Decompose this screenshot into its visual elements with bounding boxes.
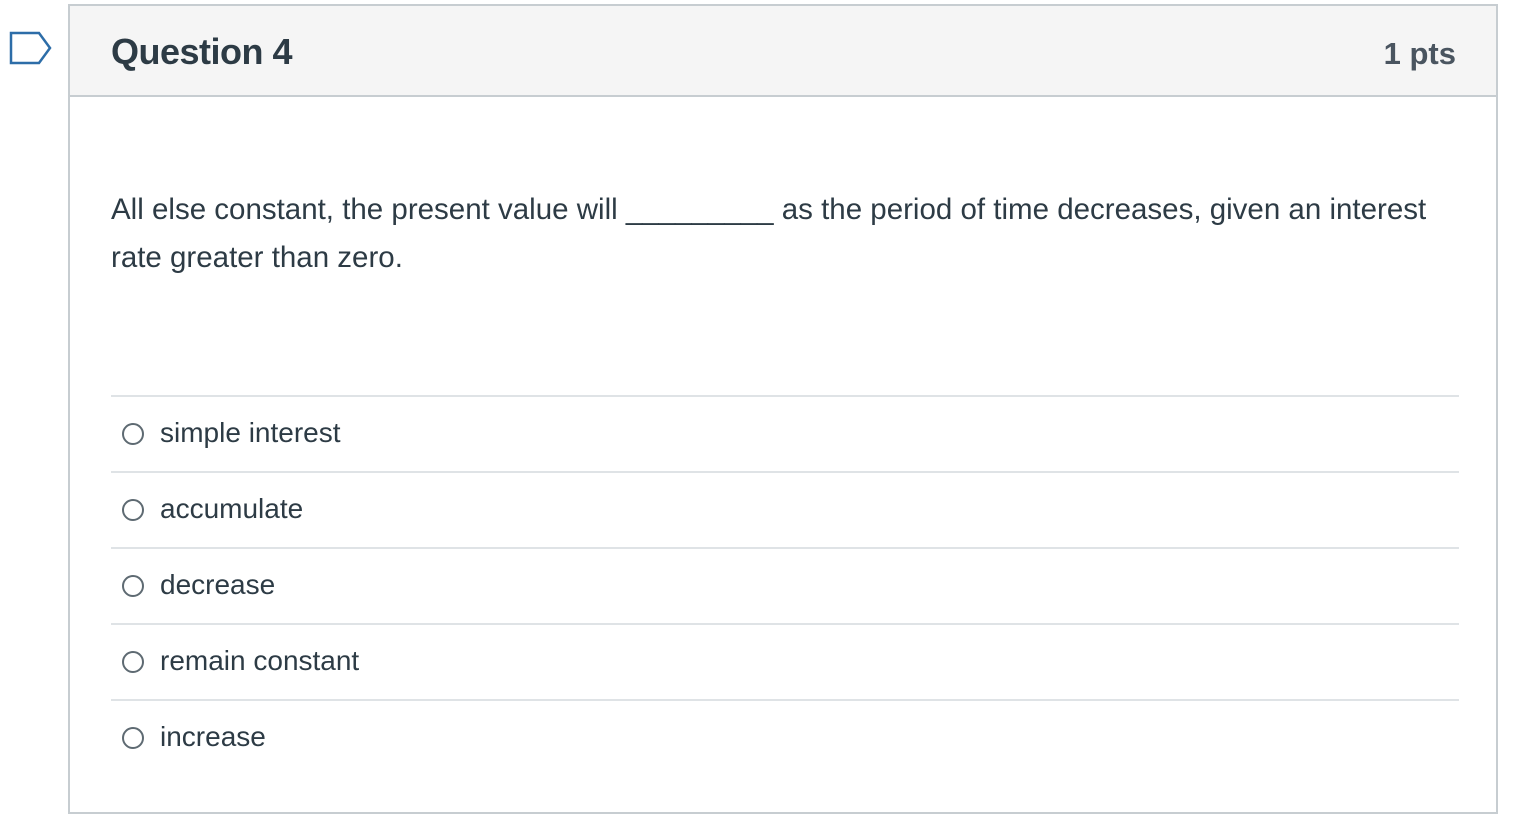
answer-label[interactable]: decrease bbox=[160, 569, 275, 601]
question-points: 1 pts bbox=[1383, 36, 1456, 71]
answer-option[interactable]: decrease bbox=[111, 547, 1459, 623]
question-card: Question 4 1 pts All else constant, the … bbox=[68, 4, 1498, 814]
answer-option[interactable]: increase bbox=[111, 699, 1459, 775]
radio-button[interactable] bbox=[122, 423, 144, 445]
answer-label[interactable]: increase bbox=[160, 721, 266, 753]
radio-button[interactable] bbox=[122, 499, 144, 521]
answer-list: simple interest accumulate decrease rema… bbox=[111, 395, 1459, 775]
radio-button[interactable] bbox=[122, 727, 144, 749]
radio-button[interactable] bbox=[122, 651, 144, 673]
answer-label[interactable]: simple interest bbox=[160, 417, 341, 449]
answer-label[interactable]: accumulate bbox=[160, 493, 303, 525]
radio-button[interactable] bbox=[122, 575, 144, 597]
flag-question-icon[interactable] bbox=[9, 31, 53, 65]
answer-option[interactable]: accumulate bbox=[111, 471, 1459, 547]
answer-label[interactable]: remain constant bbox=[160, 645, 359, 677]
answer-option[interactable]: remain constant bbox=[111, 623, 1459, 699]
question-text: All else constant, the present value wil… bbox=[111, 193, 1427, 274]
question-header: Question 4 1 pts bbox=[70, 6, 1496, 97]
question-title: Question 4 bbox=[111, 31, 293, 72]
answer-option[interactable]: simple interest bbox=[111, 395, 1459, 471]
